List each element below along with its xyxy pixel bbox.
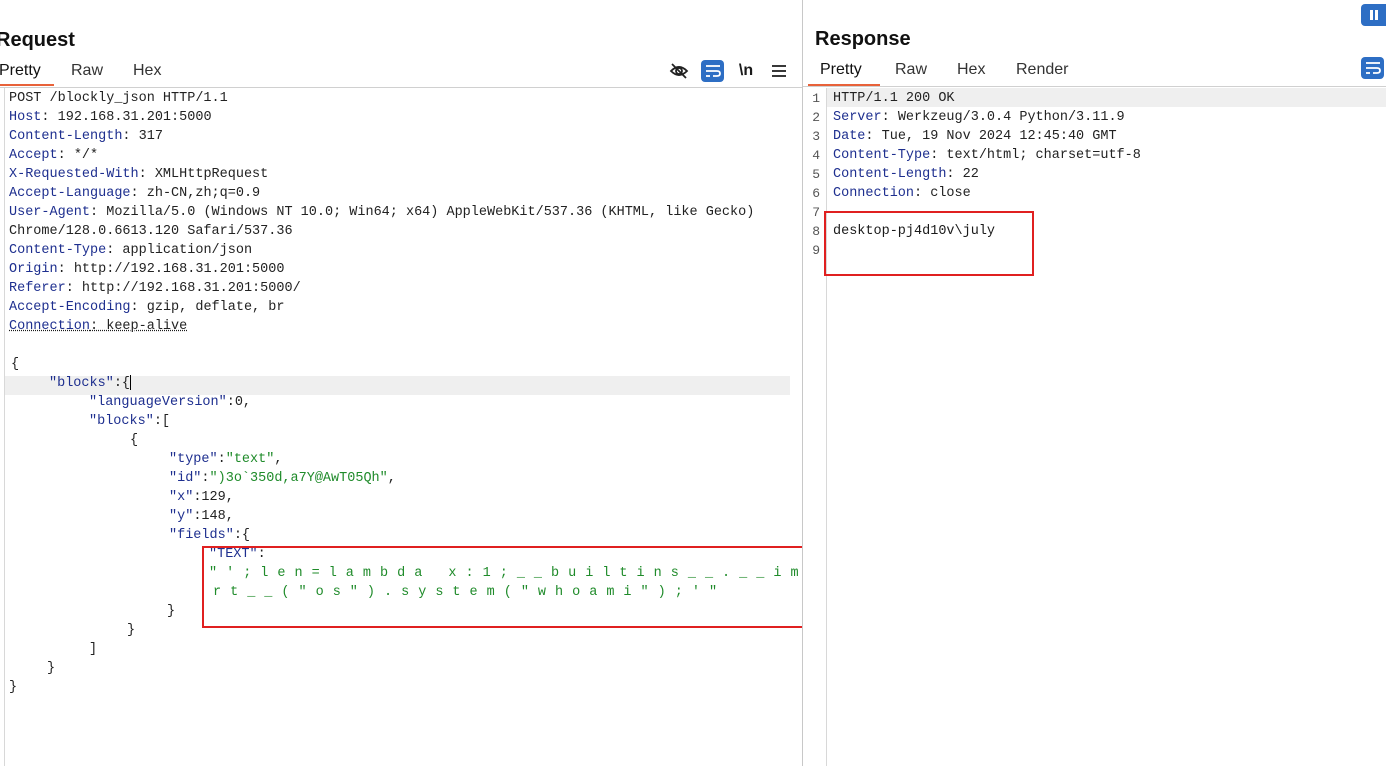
tabs-separator: [0, 87, 802, 88]
request-header: Accept-Encoding: gzip, deflate, br: [9, 300, 285, 315]
active-tab-indicator: [0, 84, 54, 86]
wrap-lines-icon[interactable]: [1361, 57, 1384, 79]
line-number: 2: [812, 110, 820, 125]
request-header: Referer: http://192.168.31.201:5000/: [9, 281, 301, 296]
request-gutter-border: [4, 88, 5, 766]
tab-pretty[interactable]: Pretty: [0, 62, 41, 80]
request-header-continuation: Chrome/128.0.6613.120 Safari/537.36: [9, 224, 293, 239]
pause-icon[interactable]: [1361, 4, 1386, 26]
json-line: }: [9, 680, 18, 695]
request-header: X-Requested-With: XMLHttpRequest: [9, 167, 269, 182]
hamburger-menu-icon[interactable]: [768, 60, 790, 82]
json-line: ]: [89, 642, 98, 657]
request-pane: Request Pretty Raw Hex \n POST /blockly_…: [0, 0, 802, 766]
json-line: "fields":{: [169, 528, 251, 543]
json-line: "y":148,: [169, 509, 234, 524]
response-header: Content-Type: text/html; charset=utf-8: [833, 148, 1141, 163]
json-line: "blocks":[: [89, 414, 171, 429]
json-line: {: [11, 357, 20, 372]
tab-raw[interactable]: Raw: [71, 62, 103, 80]
text-cursor: [130, 374, 132, 390]
response-header: Content-Length: 22: [833, 167, 979, 182]
line-number-gutter: 1 2 3 4 5 6 7 8 9: [803, 88, 827, 766]
line-number: 3: [812, 129, 820, 144]
request-header: Origin: http://192.168.31.201:5000: [9, 262, 285, 277]
response-header: Date: Tue, 19 Nov 2024 12:45:40 GMT: [833, 129, 1117, 144]
request-header: Accept-Language: zh-CN,zh;q=0.9: [9, 186, 261, 201]
response-editor[interactable]: HTTP/1.1 200 OK Server: Werkzeug/3.0.4 P…: [833, 89, 1383, 759]
json-line: }: [127, 623, 136, 638]
payload-highlight-box: [202, 546, 802, 628]
json-line: "languageVersion":0,: [89, 395, 252, 410]
line-number: 6: [812, 186, 820, 201]
json-line: "id":")3o`350d,a7Y@AwT05Qh",: [169, 471, 396, 486]
line-number: 8: [812, 224, 820, 239]
json-line: "x":129,: [169, 490, 234, 505]
tab-hex[interactable]: Hex: [957, 61, 985, 79]
response-pane: Response Pretty Raw Hex Render 1 2 3 4 5…: [803, 0, 1386, 766]
eye-slash-icon[interactable]: [668, 60, 690, 82]
result-highlight-box: [824, 211, 1034, 276]
json-line: "type":"text",: [169, 452, 283, 467]
request-editor[interactable]: POST /blockly_json HTTP/1.1 Host: 192.16…: [9, 89, 802, 759]
request-header: Content-Length: 317: [9, 129, 163, 144]
tab-render[interactable]: Render: [1016, 61, 1068, 79]
line-number: 5: [812, 167, 820, 182]
request-header: Host: 192.168.31.201:5000: [9, 110, 212, 125]
line-number: 4: [812, 148, 820, 163]
line-number: 7: [812, 205, 820, 220]
status-line: HTTP/1.1 200 OK: [833, 91, 955, 106]
wrap-lines-icon[interactable]: [701, 60, 724, 82]
request-header: Accept: */*: [9, 148, 99, 163]
tabs-separator: [803, 86, 1386, 87]
request-header: Connection: keep-alive: [9, 319, 188, 334]
tab-hex[interactable]: Hex: [133, 62, 161, 80]
json-line: "blocks":{: [49, 374, 132, 391]
tab-raw[interactable]: Raw: [895, 61, 927, 79]
request-header: Content-Type: application/json: [9, 243, 253, 258]
request-line: POST /blockly_json HTTP/1.1: [9, 91, 228, 106]
tab-pretty[interactable]: Pretty: [820, 61, 862, 79]
response-header: Server: Werkzeug/3.0.4 Python/3.11.9: [833, 110, 1125, 125]
request-title: Request: [0, 29, 75, 51]
json-line: }: [47, 661, 56, 676]
request-header: User-Agent: Mozilla/5.0 (Windows NT 10.0…: [9, 205, 755, 220]
line-number: 9: [812, 243, 820, 258]
response-header: Connection: close: [833, 186, 971, 201]
json-line: {: [130, 433, 139, 448]
newline-toggle[interactable]: \n: [735, 60, 757, 82]
response-title: Response: [815, 28, 911, 50]
line-number: 1: [812, 91, 820, 106]
json-line: }: [167, 604, 176, 619]
